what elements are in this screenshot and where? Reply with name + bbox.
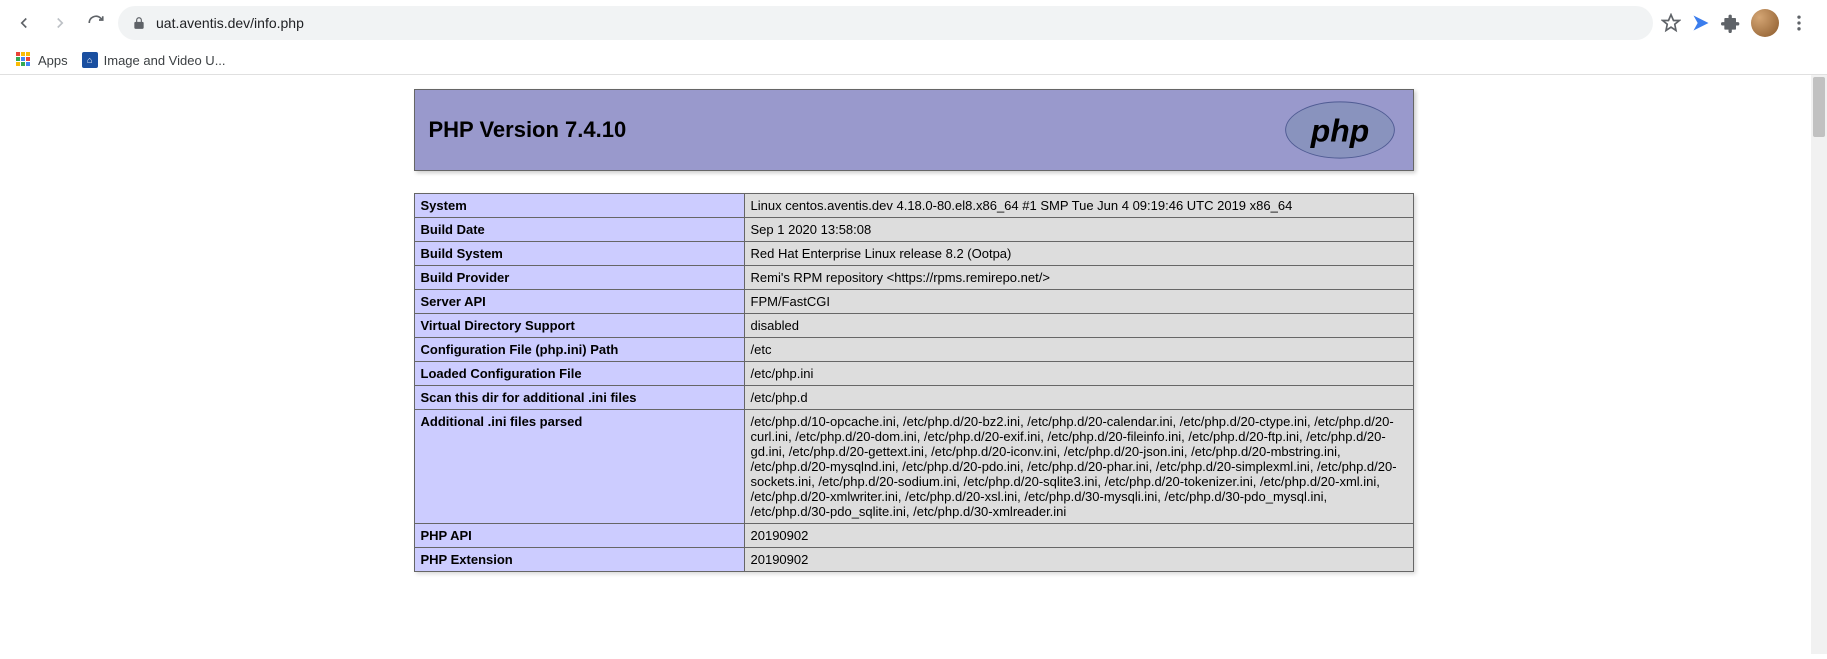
table-row: Loaded Configuration File/etc/php.ini xyxy=(414,362,1413,386)
row-value: /etc xyxy=(744,338,1413,362)
apps-icon xyxy=(16,52,32,68)
svg-text:php: php xyxy=(1309,112,1368,148)
table-row: Server APIFPM/FastCGI xyxy=(414,290,1413,314)
url-text: uat.aventis.dev/info.php xyxy=(156,15,304,31)
row-key: Virtual Directory Support xyxy=(414,314,744,338)
reload-button[interactable] xyxy=(82,9,110,37)
extensions-icon[interactable] xyxy=(1721,13,1741,33)
row-value: /etc/php.d xyxy=(744,386,1413,410)
row-key: Build Provider xyxy=(414,266,744,290)
table-row: SystemLinux centos.aventis.dev 4.18.0-80… xyxy=(414,194,1413,218)
row-value: Sep 1 2020 13:58:08 xyxy=(744,218,1413,242)
table-row: Virtual Directory Supportdisabled xyxy=(414,314,1413,338)
table-row: Configuration File (php.ini) Path/etc xyxy=(414,338,1413,362)
apps-label: Apps xyxy=(38,53,68,68)
scrollbar-track[interactable] xyxy=(1811,75,1827,654)
extension-icon-1[interactable] xyxy=(1691,13,1711,33)
back-button[interactable] xyxy=(10,9,38,37)
page-viewport: PHP Version 7.4.10 php SystemLinux cento… xyxy=(0,75,1827,654)
row-value: /etc/php.d/10-opcache.ini, /etc/php.d/20… xyxy=(744,410,1413,524)
row-key: Build Date xyxy=(414,218,744,242)
row-value: disabled xyxy=(744,314,1413,338)
bookmarks-bar: Apps ⌂ Image and Video U... xyxy=(0,46,1827,75)
menu-icon[interactable] xyxy=(1789,13,1809,33)
table-row: PHP API20190902 xyxy=(414,524,1413,548)
profile-avatar[interactable] xyxy=(1751,9,1779,37)
phpinfo-table: SystemLinux centos.aventis.dev 4.18.0-80… xyxy=(414,193,1414,572)
row-key: PHP Extension xyxy=(414,548,744,572)
row-value: /etc/php.ini xyxy=(744,362,1413,386)
table-row: Scan this dir for additional .ini files/… xyxy=(414,386,1413,410)
table-row: PHP Extension20190902 xyxy=(414,548,1413,572)
forward-button[interactable] xyxy=(46,9,74,37)
arrow-left-icon xyxy=(15,14,33,32)
address-bar[interactable]: uat.aventis.dev/info.php xyxy=(118,6,1653,40)
row-value: Linux centos.aventis.dev 4.18.0-80.el8.x… xyxy=(744,194,1413,218)
row-key: Server API xyxy=(414,290,744,314)
bookmark-label: Image and Video U... xyxy=(104,53,226,68)
row-value: 20190902 xyxy=(744,524,1413,548)
arrow-right-icon xyxy=(51,14,69,32)
row-key: Scan this dir for additional .ini files xyxy=(414,386,744,410)
php-logo-icon: php xyxy=(1281,100,1399,160)
row-value: FPM/FastCGI xyxy=(744,290,1413,314)
table-row: Build ProviderRemi's RPM repository <htt… xyxy=(414,266,1413,290)
table-row: Build DateSep 1 2020 13:58:08 xyxy=(414,218,1413,242)
row-key: PHP API xyxy=(414,524,744,548)
php-version-title: PHP Version 7.4.10 xyxy=(429,117,627,143)
row-value: 20190902 xyxy=(744,548,1413,572)
bookmark-item-1[interactable]: ⌂ Image and Video U... xyxy=(82,52,226,68)
toolbar-right xyxy=(1661,9,1817,37)
table-row: Additional .ini files parsed/etc/php.d/1… xyxy=(414,410,1413,524)
row-key: System xyxy=(414,194,744,218)
browser-chrome: uat.aventis.dev/info.php Apps ⌂ Image an xyxy=(0,0,1827,75)
star-icon[interactable] xyxy=(1661,13,1681,33)
favicon-icon: ⌂ xyxy=(82,52,98,68)
reload-icon xyxy=(87,14,105,32)
phpinfo-container: PHP Version 7.4.10 php SystemLinux cento… xyxy=(414,89,1414,572)
browser-toolbar: uat.aventis.dev/info.php xyxy=(0,0,1827,46)
apps-shortcut[interactable]: Apps xyxy=(16,52,68,68)
row-key: Configuration File (php.ini) Path xyxy=(414,338,744,362)
row-key: Loaded Configuration File xyxy=(414,362,744,386)
scrollbar-thumb[interactable] xyxy=(1813,77,1825,137)
php-header: PHP Version 7.4.10 php xyxy=(414,89,1414,171)
row-value: Red Hat Enterprise Linux release 8.2 (Oo… xyxy=(744,242,1413,266)
lock-icon xyxy=(132,16,146,30)
row-key: Build System xyxy=(414,242,744,266)
row-key: Additional .ini files parsed xyxy=(414,410,744,524)
row-value: Remi's RPM repository <https://rpms.remi… xyxy=(744,266,1413,290)
table-row: Build SystemRed Hat Enterprise Linux rel… xyxy=(414,242,1413,266)
